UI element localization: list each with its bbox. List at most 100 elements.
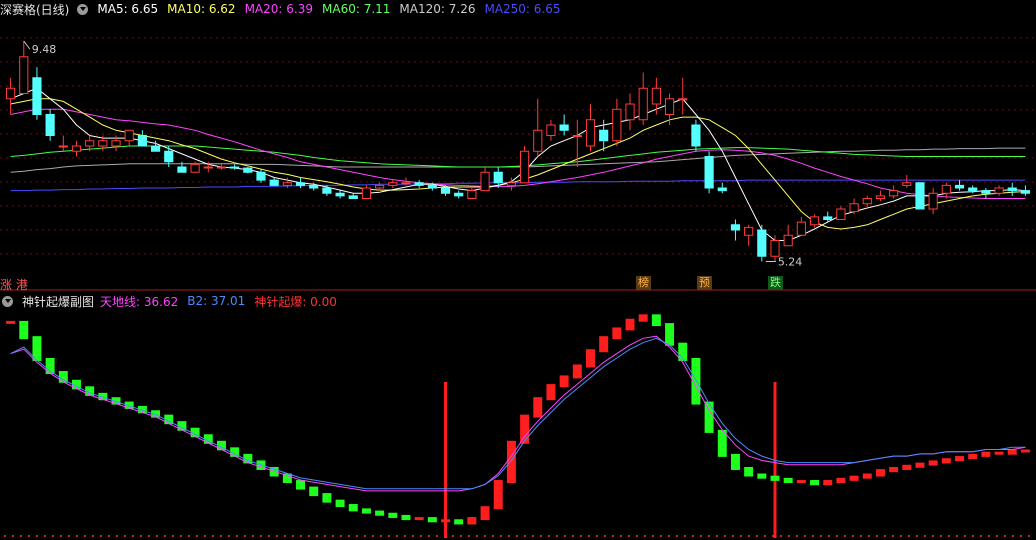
kline-chart[interactable]: 9.48 5.24	[0, 0, 1036, 540]
main-panel-header: 深赛格(日线) MA5: 6.65 MA10: 6.62 MA20: 6.39 …	[0, 0, 570, 18]
shenzhen-qibao-label: 神针起爆: 0.00	[254, 294, 337, 309]
marker-bang[interactable]: 榜	[636, 276, 651, 290]
sub-axis-dot	[124, 535, 126, 537]
candle-body	[98, 140, 108, 147]
candle-body	[981, 190, 991, 194]
sub-bar	[388, 512, 398, 518]
sub-axis-dot	[324, 535, 326, 537]
sub-axis-dot	[100, 535, 102, 537]
candle-body	[651, 87, 661, 105]
sub-bar	[335, 499, 345, 508]
sub-axis-dot	[884, 535, 886, 537]
sub-axis-dot	[364, 535, 366, 537]
sub-axis-dot	[76, 535, 78, 537]
ma120-line	[10, 147, 1026, 173]
sub-axis-dot	[676, 535, 678, 537]
candle-body	[322, 187, 332, 194]
sub-bar	[744, 466, 754, 477]
sub-axis-dot	[748, 535, 750, 537]
sub-bar	[45, 357, 55, 375]
sub-axis-dot	[68, 535, 70, 537]
marker-die[interactable]: 跌	[768, 276, 783, 290]
sub-axis-dot	[916, 535, 918, 537]
sub-panel-menu-icon[interactable]	[2, 295, 13, 307]
sub-axis-dot	[156, 535, 158, 537]
sub-axis-dot	[900, 535, 902, 537]
ma120-label: MA120: 7.26	[399, 2, 476, 16]
sub-bar	[783, 477, 793, 484]
sub-axis-dot	[588, 535, 590, 537]
sub-axis-dot	[820, 535, 822, 537]
sub-axis-dot	[788, 535, 790, 537]
sub-axis-dot	[668, 535, 670, 537]
sub-axis-dot	[500, 535, 502, 537]
sub-bar	[6, 320, 16, 324]
sub-axis-dot	[932, 535, 934, 537]
sub-bar	[625, 318, 635, 331]
sub-axis-dot	[460, 535, 462, 537]
sub-axis-dot	[660, 535, 662, 537]
candle-body	[216, 166, 227, 169]
candle-body	[19, 56, 29, 94]
sub-axis-dot	[372, 535, 374, 537]
sub-axis-dot	[860, 535, 862, 537]
sub-axis-dot	[12, 535, 14, 537]
sub-axis-dot	[116, 535, 118, 537]
sub-axis-dot	[356, 535, 358, 537]
candle-body	[164, 150, 174, 163]
candle-body	[572, 135, 582, 137]
sub-bar	[889, 466, 899, 473]
candle-body	[823, 216, 833, 220]
sub-axis-dot	[964, 535, 966, 537]
candle-body	[559, 124, 569, 131]
sub-axis-dot	[596, 535, 598, 537]
sub-bar	[836, 477, 846, 484]
sub-axis-dot	[868, 535, 870, 537]
sub-axis-dot	[196, 535, 198, 537]
sub-axis-dot	[84, 535, 86, 537]
ma5-label: MA5: 6.65	[97, 2, 159, 16]
sub-axis-dot	[260, 535, 262, 537]
tiandi-line-label: 天地线: 36.62	[100, 294, 179, 309]
candle-body	[190, 163, 200, 173]
sub-bar	[586, 349, 595, 368]
sub-bar	[704, 401, 714, 433]
sub-bar	[810, 480, 820, 486]
sub-axis-dot	[396, 535, 398, 537]
panel-menu-icon[interactable]	[77, 3, 89, 15]
sub-bar	[612, 327, 622, 340]
sub-axis-dot	[140, 535, 142, 537]
candle-body	[730, 224, 741, 231]
sub-bar	[375, 510, 385, 516]
sub-bar	[19, 320, 29, 340]
sub-axis-dot	[292, 535, 294, 537]
sub-axis-dot	[892, 535, 894, 537]
candle-body	[6, 87, 16, 100]
sub-bar	[467, 517, 477, 525]
sub-bar	[849, 475, 859, 481]
candle-body	[440, 187, 451, 194]
b2-line	[10, 337, 1026, 490]
sub-axis-dot	[620, 535, 622, 537]
sub-bar	[651, 314, 661, 327]
ma60-label: MA60: 7.11	[322, 2, 391, 16]
sub-axis-dot	[236, 535, 238, 537]
sub-axis-dot	[332, 535, 334, 537]
sub-bar	[981, 451, 991, 457]
marker-yu[interactable]: 预	[697, 276, 712, 290]
sub-axis-dot	[924, 535, 926, 537]
sub-bar	[730, 453, 740, 470]
sub-bar	[599, 336, 609, 353]
sub-axis-dot	[108, 535, 110, 537]
sub-axis-dot	[428, 535, 430, 537]
candle-body	[968, 187, 978, 192]
sub-bar	[348, 504, 358, 512]
candle-body	[137, 135, 147, 147]
sub-bar	[994, 451, 1004, 455]
candle-body	[1007, 187, 1017, 192]
candle-body	[32, 77, 42, 115]
candle-body	[638, 87, 648, 121]
candle-body	[243, 167, 253, 173]
sub-axis-dot	[484, 535, 486, 537]
sub-axis-dot	[420, 535, 422, 537]
